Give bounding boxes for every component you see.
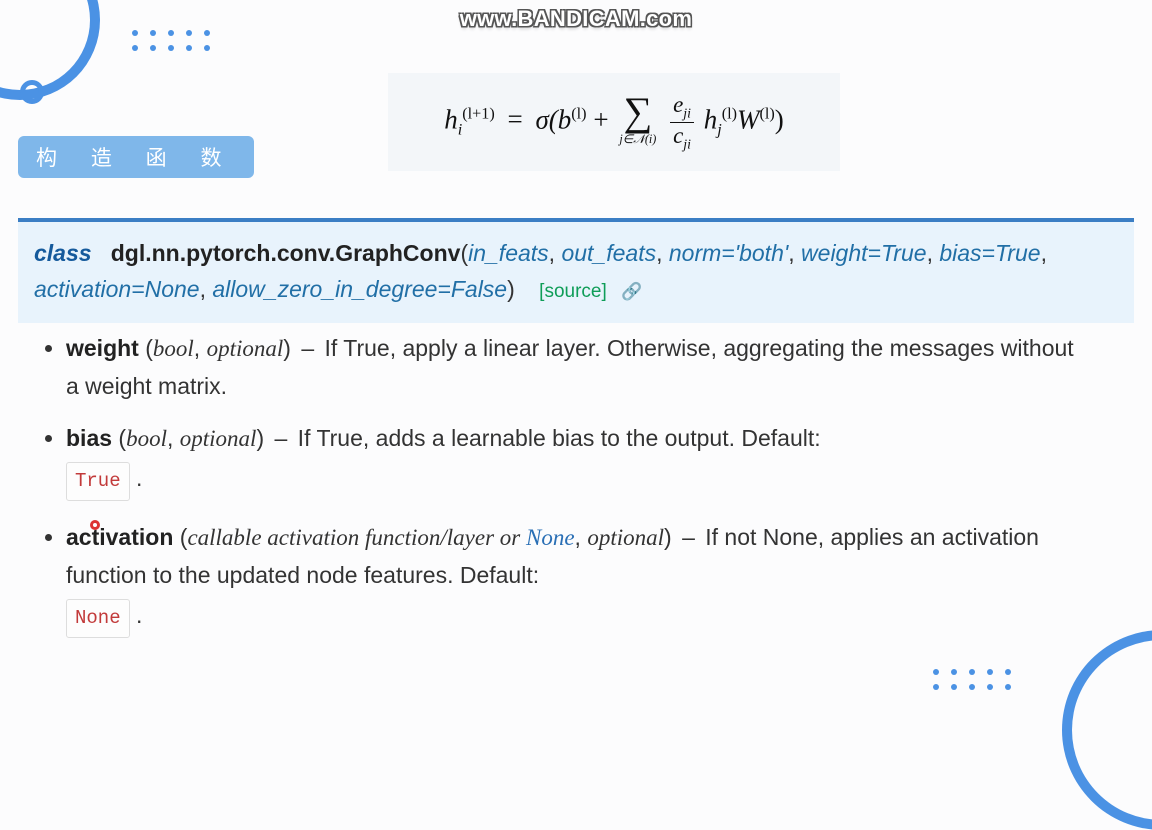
parameters-list: weight (bool, optional) – If True, apply… — [38, 330, 1092, 656]
class-signature: class dgl.nn.pytorch.conv.GraphConv(in_f… — [18, 218, 1134, 323]
activation-type: callable activation function/layer or — [187, 525, 526, 550]
formula-h: h — [444, 104, 458, 134]
formula-b: b — [558, 104, 572, 134]
param-activation: activation=None — [34, 276, 200, 302]
frac-num-sub: ji — [683, 106, 691, 121]
frac-den-c: c — [673, 123, 683, 148]
weight-type: bool — [153, 336, 194, 361]
activation-default-code: None — [66, 599, 130, 638]
formula-sum-sub: j∈𝒩(i) — [619, 132, 656, 147]
bias-name: bias — [66, 425, 112, 451]
dot-grid-br — [933, 669, 1014, 690]
formula-hj: h — [704, 104, 718, 134]
frac-den-sub: ji — [683, 136, 691, 151]
activation-name: activation — [66, 524, 173, 550]
param-out-feats: out_feats — [561, 240, 656, 266]
activation-type-none: None — [526, 525, 575, 550]
formula-eq: = — [508, 104, 523, 134]
source-link[interactable]: [source] — [539, 281, 607, 302]
param-weight: weight=True — [801, 240, 927, 266]
formula-W: W — [737, 104, 760, 134]
bias-default-code: True — [66, 462, 130, 501]
watermark-text: www.BANDICAM.com — [460, 6, 693, 32]
param-item-activation: activation (callable activation function… — [66, 519, 1092, 642]
param-in-feats: in_feats — [468, 240, 549, 266]
formula-h-sub: i — [458, 121, 463, 139]
sig-open-paren: ( — [460, 240, 468, 266]
keyword-class: class — [34, 240, 92, 266]
formula-plus: + — [593, 104, 615, 134]
activation-optional: optional — [587, 525, 664, 550]
formula-fraction: eji cji — [670, 92, 694, 152]
formula-hj-sub: j — [717, 121, 722, 139]
param-item-bias: bias (bool, optional) – If True, adds a … — [66, 420, 1092, 505]
formula-hj-sup: (l) — [722, 104, 737, 122]
dot-grid-tl — [132, 30, 213, 51]
param-norm: norm='both' — [669, 240, 788, 266]
frac-num-e: e — [673, 92, 683, 117]
bias-desc: If True, adds a learnable bias to the ou… — [291, 425, 820, 451]
weight-name: weight — [66, 335, 139, 361]
param-item-weight: weight (bool, optional) – If True, apply… — [66, 330, 1092, 406]
formula-b-sup: (l) — [571, 104, 586, 122]
bias-type: bool — [126, 426, 167, 451]
sig-close-paren: ) — [507, 276, 515, 302]
formula-h-sup: (l+1) — [462, 104, 495, 122]
param-bias: bias=True — [939, 240, 1040, 266]
section-heading: 构 造 函 数 — [18, 136, 254, 178]
laser-pointer-icon — [90, 520, 100, 530]
circle-icon — [20, 80, 44, 104]
bias-optional: optional — [180, 426, 257, 451]
formula-W-sup: (l) — [759, 104, 774, 122]
class-path: dgl.nn.pytorch.conv.GraphConv — [111, 240, 461, 266]
weight-optional: optional — [207, 336, 284, 361]
formula-sigma: σ( — [535, 104, 557, 134]
sigma-sum-icon: ∑ — [623, 98, 652, 126]
permalink-icon[interactable]: 🔗 — [621, 282, 642, 301]
formula-close: ) — [775, 104, 784, 134]
param-allow-zero: allow_zero_in_degree=False — [212, 276, 507, 302]
formula-display: hi(l+1) = σ(b(l) + ∑ j∈𝒩(i) eji cji hj(l… — [388, 73, 840, 171]
